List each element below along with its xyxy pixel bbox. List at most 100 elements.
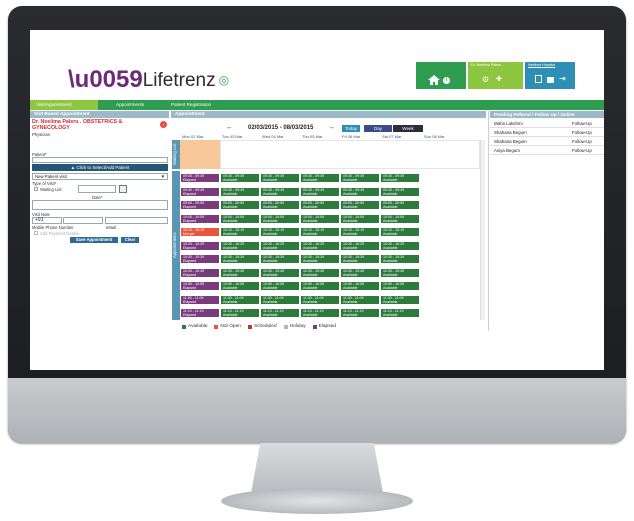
mobile-field[interactable]: [63, 217, 103, 224]
appointment-slot[interactable]: 10:50 - 10:59 Available: [340, 281, 380, 291]
save-appointment-button[interactable]: Save Appointment: [70, 237, 118, 243]
appointment-slot[interactable]: 10:10 - 10:19 Available: [300, 227, 340, 237]
appointment-slot[interactable]: 10:40 - 10:49 Available: [220, 267, 260, 278]
document-icon[interactable]: [535, 75, 542, 83]
user-menu[interactable]: Dr. Neelima Paleru ⚙ ✚: [468, 62, 523, 89]
gear-icon[interactable]: ⚙: [482, 76, 489, 84]
appointment-slot[interactable]: 09:40 - 09:49 Available: [260, 186, 300, 197]
appointment-slot[interactable]: 09:30 - 09:39 Available: [380, 173, 420, 183]
appointment-slot[interactable]: 11:00 - 11:09 Available: [380, 294, 420, 305]
appointment-slot[interactable]: 11:00 - 11:09 Elapsed: [180, 294, 220, 305]
appointment-slot[interactable]: 10:20 - 10:29 Available: [340, 240, 380, 251]
appointment-slot[interactable]: 09:40 - 09:49 Available: [380, 186, 420, 197]
appointment-slot[interactable]: 11:00 - 11:09 Available: [220, 294, 260, 305]
appointment-slot[interactable]: 11:10 - 11:19 Available: [300, 308, 340, 318]
appointment-slot[interactable]: 10:20 - 10:29 Available: [220, 240, 260, 251]
prev-week-icon[interactable]: ←: [226, 124, 233, 131]
appointment-slot[interactable]: 11:10 - 11:19 Available: [340, 308, 380, 318]
appointment-slot[interactable]: 10:00 - 10:09 Available: [260, 213, 300, 224]
appointment-slot[interactable]: 10:30 - 10:39 Available: [340, 254, 380, 264]
hospital-menu[interactable]: Neelima Hospital ⇥: [525, 62, 575, 89]
appointment-slot[interactable]: 10:20 - 10:29 Available: [300, 240, 340, 251]
clear-button[interactable]: Clear: [121, 237, 139, 243]
appointment-slot[interactable]: 11:00 - 11:09 Available: [340, 294, 380, 305]
email-field[interactable]: [105, 217, 168, 224]
appointment-slot[interactable]: 10:10 - 10:19 Available: [220, 227, 260, 237]
appointment-slot[interactable]: 09:40 - 09:49 Available: [300, 186, 340, 197]
appointment-slot[interactable]: 09:40 - 09:49 Elapsed: [180, 186, 220, 197]
appointment-slot[interactable]: 11:00 - 11:09 Available: [300, 294, 340, 305]
appointment-slot[interactable]: 09:30 - 09:39 Available: [340, 173, 380, 183]
appointment-slot[interactable]: 10:00 - 10:09 Available: [220, 213, 260, 224]
appointment-slot[interactable]: 11:10 - 11:19 Available: [260, 308, 300, 318]
appointment-slot[interactable]: 10:50 - 10:59 Available: [260, 281, 300, 291]
tab-visit-appointment[interactable]: Visit/Appointment: [30, 100, 98, 110]
appointment-slot[interactable]: 09:50 - 09:59 Elapsed: [180, 200, 220, 210]
appointment-slot[interactable]: 10:30 - 10:39 Available: [220, 254, 260, 264]
patient-field[interactable]: [32, 157, 168, 163]
appointment-slot[interactable]: 10:40 - 10:49 Available: [260, 267, 300, 278]
tab-patient-registration[interactable]: Patient Registration: [165, 100, 235, 110]
next-week-icon[interactable]: →: [328, 124, 335, 131]
visit-type-select[interactable]: New Patient visit ▼: [32, 173, 168, 180]
appointment-slot[interactable]: 09:50 - 09:59 Available: [300, 200, 340, 210]
pending-list-item[interactable]: Maha Lakshmi Follow-Up: [490, 120, 604, 128]
appointment-slot[interactable]: 10:00 - 10:09 Available: [380, 213, 420, 224]
appointment-slot[interactable]: 10:30 - 10:39 Available: [380, 254, 420, 264]
appointment-slot[interactable]: 10:40 - 10:49 Available: [300, 267, 340, 278]
scrollbar[interactable]: [480, 140, 485, 320]
appointment-slot[interactable]: 11:10 - 11:19 Available: [220, 308, 260, 318]
add-user-icon[interactable]: ✚: [496, 76, 502, 84]
appointment-slot[interactable]: 10:30 - 10:39 Available: [260, 254, 300, 264]
appointment-slot[interactable]: 11:00 - 11:09 Available: [260, 294, 300, 305]
logout-icon[interactable]: ⇥: [559, 75, 566, 83]
appointment-slot[interactable]: 11:10 - 11:19 Elapsed: [180, 308, 220, 318]
pending-list-item[interactable]: Asiya Begum Follow-Up: [490, 147, 604, 155]
appointment-slot[interactable]: 10:30 - 10:39 Elapsed: [180, 254, 220, 264]
week-button[interactable]: Week: [393, 125, 423, 132]
day-button[interactable]: Day: [364, 125, 392, 132]
appointment-slot[interactable]: 10:20 - 10:29 Available: [260, 240, 300, 251]
appointment-slot[interactable]: 10:00 - 10:09 Available: [340, 213, 380, 224]
appointment-slot[interactable]: 10:10 - 10:19 Not yet: [180, 227, 220, 237]
select-patient-button[interactable]: ▲ Click to Select/Add Patient: [32, 164, 168, 171]
appointment-slot[interactable]: 10:50 - 10:59 Available: [300, 281, 340, 291]
appointment-slot[interactable]: 10:10 - 10:19 Available: [380, 227, 420, 237]
appointment-slot[interactable]: 10:40 - 10:49 Available: [340, 267, 380, 278]
appointment-slot[interactable]: 10:50 - 10:59 Available: [220, 281, 260, 291]
alert-icon[interactable]: !: [160, 121, 167, 128]
country-code-field[interactable]: +91: [32, 217, 62, 224]
today-button[interactable]: Today: [342, 125, 360, 132]
visit-note-field[interactable]: [32, 200, 168, 210]
waiting-list-checkbox[interactable]: [34, 187, 38, 191]
appointment-slot[interactable]: 10:00 - 10:09 Elapsed: [180, 213, 220, 224]
appointment-slot[interactable]: 10:50 - 10:59 Available: [380, 281, 420, 291]
calendar-icon[interactable]: [119, 185, 127, 193]
appointment-slot[interactable]: 11:10 - 11:19 Available: [380, 308, 420, 318]
tab-appointments[interactable]: Appointments: [110, 100, 162, 110]
appointment-slot[interactable]: 09:50 - 09:59 Available: [340, 200, 380, 210]
appointment-slot[interactable]: 09:40 - 09:49 Available: [220, 186, 260, 197]
appointment-slot[interactable]: 09:50 - 09:59 Available: [260, 200, 300, 210]
appointments-tab[interactable]: Appointments: [172, 171, 180, 320]
appointment-slot[interactable]: 09:30 - 09:39 Available: [260, 173, 300, 183]
appointment-slot[interactable]: 09:50 - 09:59 Available: [380, 200, 420, 210]
lock-icon[interactable]: [547, 77, 554, 83]
appointment-slot[interactable]: 09:30 - 09:39 Available: [300, 173, 340, 183]
date-field[interactable]: [78, 185, 116, 193]
appointment-slot[interactable]: 10:40 - 10:49 Available: [380, 267, 420, 278]
appointment-slot[interactable]: 10:20 - 10:29 Elapsed: [180, 240, 220, 251]
waiting-list-tab[interactable]: Waiting List: [172, 140, 180, 169]
appointment-slot[interactable]: 10:10 - 10:19 Available: [340, 227, 380, 237]
appointment-slot[interactable]: 10:10 - 10:19 Available: [260, 227, 300, 237]
home-button[interactable]: i: [416, 62, 466, 89]
appointment-slot[interactable]: 10:50 - 10:59 Elapsed: [180, 281, 220, 291]
appointment-slot[interactable]: 09:30 - 09:39 Available: [220, 173, 260, 183]
appointment-slot[interactable]: 10:40 - 10:49 Elapsed: [180, 267, 220, 278]
appointment-slot[interactable]: 10:20 - 10:29 Available: [380, 240, 420, 251]
pending-list-item[interactable]: Shahana Begum Follow-Up: [490, 138, 604, 146]
appointment-slot[interactable]: 09:30 - 09:39 Elapsed: [180, 173, 220, 183]
appointment-slot[interactable]: 10:30 - 10:39 Available: [300, 254, 340, 264]
appointment-slot[interactable]: 10:00 - 10:09 Available: [300, 213, 340, 224]
appointment-slot[interactable]: 09:40 - 09:49 Available: [340, 186, 380, 197]
